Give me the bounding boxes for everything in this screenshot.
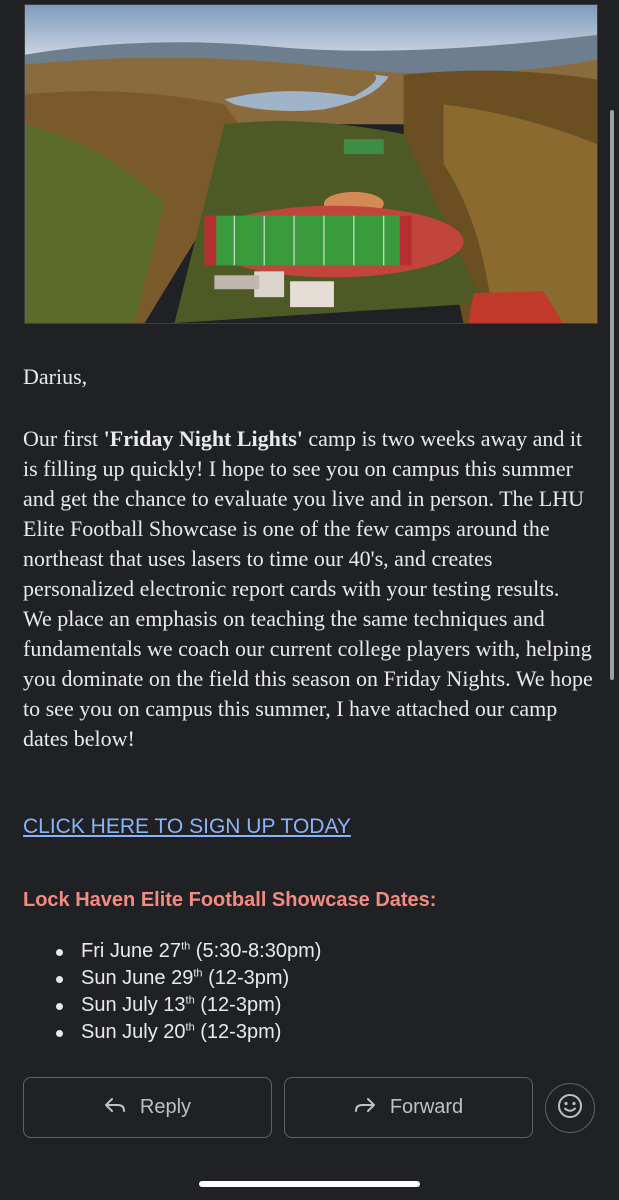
scrollbar-thumb[interactable] (610, 110, 614, 680)
camp-date-item: Sun June 29th (12-3pm) (52, 965, 321, 992)
date-time: (12-3pm) (202, 967, 290, 989)
date-ordinal: th (185, 994, 195, 1007)
camp-date-item: Sun July 13th (12-3pm) (52, 992, 321, 1019)
date-time: (12-3pm) (194, 1021, 282, 1043)
date-time: (5:30-8:30pm) (190, 940, 322, 962)
date-day: Fri June 27 (81, 940, 182, 962)
date-day: Sun June 29 (81, 967, 194, 989)
date-ordinal: th (181, 940, 191, 953)
reply-label: Reply (139, 1096, 192, 1118)
forward-arrow-icon (354, 1096, 376, 1120)
date-day: Sun July 20 (81, 1021, 186, 1043)
email-greeting: Darius, (23, 364, 88, 389)
date-day: Sun July 13 (81, 994, 186, 1016)
reply-button[interactable]: Reply (23, 1077, 272, 1138)
camp-date-item: Sun July 20th (12-3pm) (52, 1019, 321, 1046)
date-time: (12-3pm) (194, 994, 282, 1016)
date-ordinal: th (193, 967, 203, 980)
emoji-reaction-button[interactable] (545, 1083, 595, 1133)
reply-arrow-icon (104, 1096, 126, 1120)
camp-name-bold: 'Friday Night Lights' (103, 426, 303, 451)
forward-button[interactable]: Forward (284, 1077, 533, 1138)
smiley-face-icon (557, 1093, 583, 1124)
sign-up-link[interactable]: CLICK HERE TO SIGN UP TODAY (23, 815, 351, 839)
forward-label: Forward (389, 1096, 464, 1118)
home-indicator[interactable] (199, 1181, 420, 1187)
body-text-intro: Our first (23, 426, 104, 451)
camp-date-item: Fri June 27th (5:30-8:30pm) (52, 938, 321, 965)
showcase-dates-heading: Lock Haven Elite Football Showcase Dates… (23, 889, 437, 911)
hero-image-aerial-stadium (24, 4, 598, 324)
body-text-main: camp is two weeks away and it is filling… (23, 426, 593, 751)
email-body-paragraph: Our first 'Friday Night Lights' camp is … (23, 424, 593, 754)
date-ordinal: th (185, 1021, 195, 1034)
camp-dates-list: Fri June 27th (5:30-8:30pm) Sun June 29t… (52, 938, 321, 1046)
